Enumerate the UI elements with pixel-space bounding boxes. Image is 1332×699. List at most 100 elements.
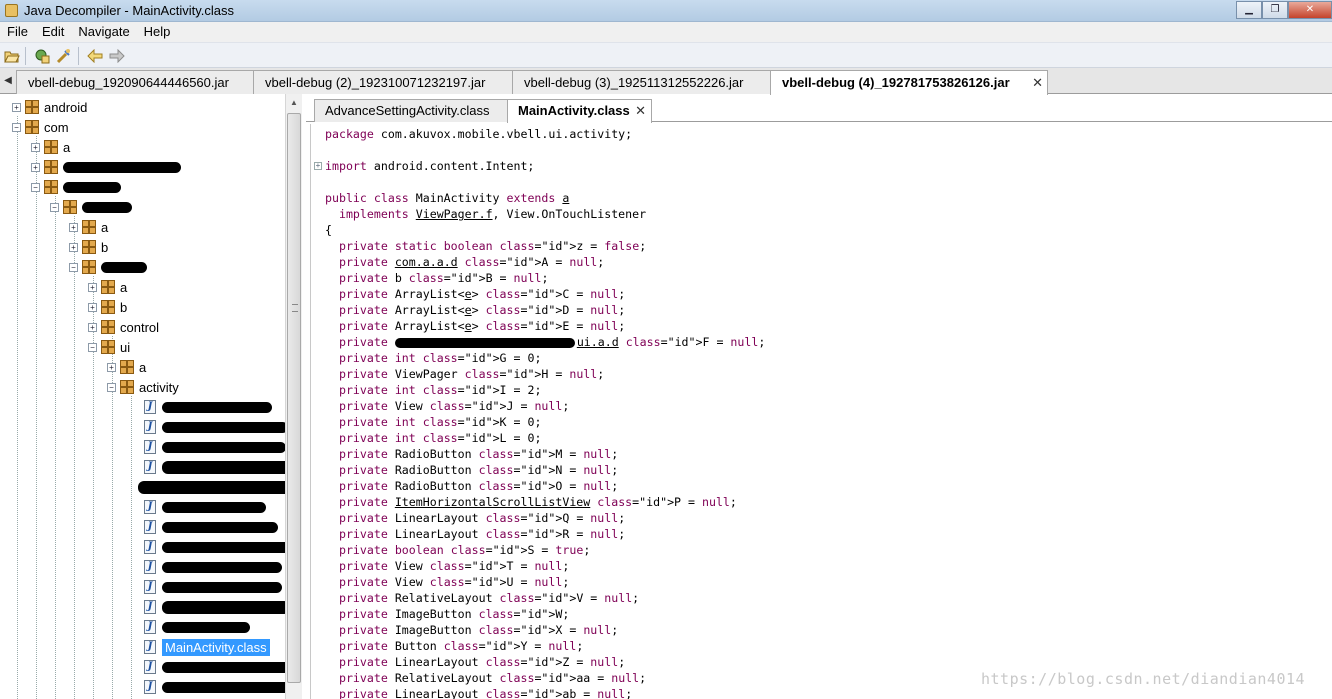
back-icon[interactable] (86, 47, 104, 65)
code-line: private ViewPager class="id">H = null; (338, 367, 605, 381)
code-line: private View class="id">T = null; (338, 559, 570, 573)
expand-icon[interactable]: + (88, 282, 97, 292)
expand-icon[interactable]: + (69, 242, 78, 252)
tree-node-activity[interactable]: − activity (107, 377, 179, 397)
package-icon (44, 180, 58, 194)
redaction-mark (162, 561, 282, 573)
jar-tab-3[interactable]: vbell-debug (3)_192511312552226.jar (512, 70, 771, 94)
java-class-icon: J (144, 560, 156, 574)
maximize-button[interactable]: ❐ (1262, 1, 1288, 19)
menu-edit[interactable]: Edit (35, 22, 71, 42)
redaction-mark (162, 460, 300, 474)
tree-class-redacted[interactable]: J (144, 577, 282, 597)
package-tree: + android − com + a + − − + a + b − + a + b + co… (0, 94, 302, 699)
jar-tab-1[interactable]: vbell-debug_192090644446560.jar (16, 70, 254, 94)
class-tab-bar: AdvanceSettingActivity.class MainActivit… (306, 98, 1332, 123)
fold-gutter: + (311, 124, 323, 699)
tree-node-a[interactable]: + a (107, 357, 146, 377)
menu-navigate[interactable]: Navigate (71, 22, 136, 42)
code-line: private ui.a.d class="id">F = null; (338, 335, 766, 349)
expand-icon[interactable]: + (31, 162, 40, 172)
refresh-icon[interactable] (55, 47, 73, 65)
tree-class-main-activity[interactable]: J MainActivity.class (144, 637, 270, 657)
expand-icon[interactable]: + (88, 302, 97, 312)
collapse-icon[interactable]: − (31, 182, 40, 192)
java-class-icon: J (144, 580, 156, 594)
jar-tab-2[interactable]: vbell-debug (2)_192310071232197.jar (253, 70, 513, 94)
tree-class-redacted[interactable]: J (144, 537, 290, 557)
expand-icon[interactable]: + (69, 222, 78, 232)
redaction-mark (162, 401, 272, 413)
tree-class-redacted[interactable]: J (144, 497, 266, 517)
tree-node-ui[interactable]: − ui (88, 337, 130, 357)
tree-node-redacted[interactable]: + (31, 157, 181, 177)
tree-node-com[interactable]: − com (12, 117, 69, 137)
code-line: private int class="id">L = 0; (338, 431, 542, 445)
code-line: private RadioButton class="id">M = null; (338, 447, 619, 461)
open-icon[interactable] (3, 47, 21, 65)
tree-node-redacted[interactable]: − (50, 197, 132, 217)
redaction-mark (162, 421, 288, 433)
class-tab-main-activity[interactable]: MainActivity.class ✕ (507, 99, 652, 123)
forward-icon[interactable] (108, 47, 126, 65)
code-line: private boolean class="id">S = true; (338, 543, 591, 557)
tree-class-redacted[interactable]: J (144, 657, 290, 677)
tree-node-label: b (101, 239, 109, 255)
menu-help[interactable]: Help (137, 22, 178, 42)
toolbar-separator (25, 47, 26, 65)
menu-file[interactable]: File (0, 22, 35, 42)
tree-class-redacted[interactable]: J (144, 437, 286, 457)
collapse-icon[interactable]: − (69, 262, 78, 272)
package-icon (25, 120, 39, 134)
code-line: private RelativeLayout class="id">V = nu… (338, 591, 640, 605)
tree-node-label: a (120, 279, 128, 295)
code-line: private int class="id">K = 0; (338, 415, 542, 429)
fold-expand-icon[interactable]: + (314, 162, 322, 170)
tree-node-a[interactable]: + a (31, 137, 70, 157)
tree-class-redacted[interactable]: J (144, 457, 300, 477)
collapse-icon[interactable]: − (12, 122, 21, 132)
code-line: public class MainActivity extends a (325, 191, 570, 205)
tree-node-a[interactable]: + a (69, 217, 108, 237)
class-tab-advance-setting[interactable]: AdvanceSettingActivity.class (314, 99, 508, 122)
code-editor[interactable]: + package com.akuvox.mobile.vbell.ui.act… (310, 124, 1332, 699)
collapse-icon[interactable]: − (107, 382, 116, 392)
tree-class-redacted[interactable]: J (144, 517, 278, 537)
tree-node-redacted[interactable]: − (69, 257, 147, 277)
expand-icon[interactable]: + (107, 362, 116, 372)
expand-icon[interactable]: + (88, 322, 97, 332)
tree-class-redacted[interactable]: J (144, 417, 288, 437)
close-tab-icon[interactable]: ✕ (1032, 75, 1043, 91)
tree-node-a[interactable]: + a (88, 277, 127, 297)
collapse-icon[interactable]: − (50, 202, 59, 212)
expand-icon[interactable]: + (31, 142, 40, 152)
watermark: https://blog.csdn.net/diandian4014 (981, 670, 1306, 688)
expand-icon[interactable]: + (12, 102, 21, 112)
tree-class-redacted[interactable]: J (144, 397, 272, 417)
title-bar: Java Decompiler - MainActivity.class ▁ ❐… (0, 0, 1332, 22)
tree-node-redacted[interactable]: − (31, 177, 121, 197)
tree-node-control[interactable]: + control (88, 317, 159, 337)
tree-node-android[interactable]: + android (12, 97, 87, 117)
tab-scroll-left-icon[interactable]: ◀ (0, 70, 16, 92)
redaction-mark (101, 261, 147, 273)
java-class-icon: J (144, 460, 156, 474)
tree-scrollbar[interactable]: ▲ (285, 94, 302, 699)
close-tab-icon[interactable]: ✕ (635, 103, 646, 119)
tree-node-b[interactable]: + b (69, 237, 108, 257)
tree-class-redacted[interactable]: J (144, 617, 250, 637)
tree-class-redacted[interactable]: J (144, 677, 298, 697)
tree-class-redacted[interactable]: J (144, 557, 282, 577)
tree-class-redacted[interactable] (138, 477, 298, 497)
scrollbar-thumb[interactable] (287, 113, 301, 683)
collapse-icon[interactable]: − (88, 342, 97, 352)
close-button[interactable]: ✕ (1288, 1, 1332, 19)
tree-class-redacted[interactable]: J (144, 597, 290, 617)
code-line: private int class="id">G = 0; (338, 351, 542, 365)
minimize-button[interactable]: ▁ (1236, 1, 1262, 19)
scroll-up-icon[interactable]: ▲ (286, 94, 302, 111)
jar-tab-4[interactable]: vbell-debug (4)_192781753826126.jar ✕ (770, 70, 1048, 95)
tree-node-b[interactable]: + b (88, 297, 127, 317)
open-type-icon[interactable] (33, 47, 51, 65)
tree-node-label: a (139, 359, 147, 375)
